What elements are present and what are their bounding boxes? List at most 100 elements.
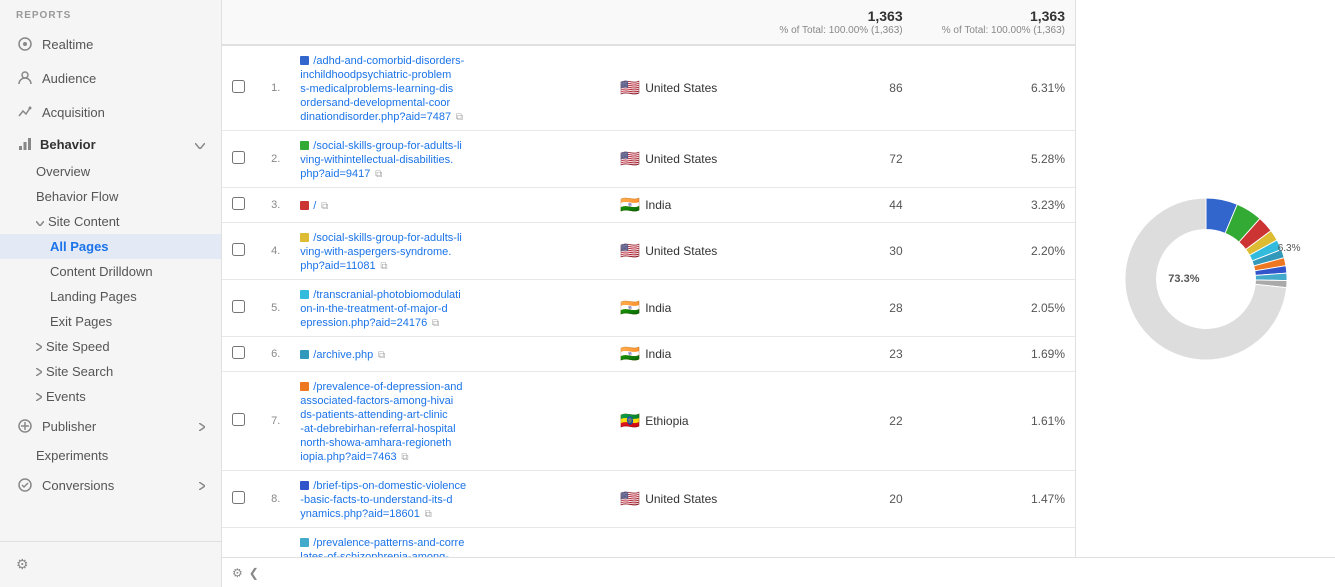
sidebar-item-audience[interactable]: Audience — [0, 61, 221, 95]
row-checkbox[interactable] — [232, 413, 245, 426]
row-color-dot — [300, 290, 309, 299]
pct-pageviews-total: 1,363 — [923, 8, 1065, 24]
row-checkbox[interactable] — [232, 197, 245, 210]
sidebar-item-acquisition[interactable]: Acquisition — [0, 95, 221, 129]
sidebar-settings-item[interactable]: ⚙ — [0, 550, 221, 579]
country-name: United States — [645, 81, 717, 95]
pages-table: 1,363 % of Total: 100.00% (1,363) 1,363 … — [222, 0, 1075, 557]
sidebar-sub-behavior-flow[interactable]: Behavior Flow — [0, 184, 221, 209]
external-link-icon: ⧉ — [378, 261, 388, 272]
row-pageviews: 72 — [750, 131, 912, 188]
row-page-link[interactable]: /prevalence-of-depression-andassociated-… — [300, 381, 462, 463]
row-country-cell: 🇪🇹Ethiopia — [610, 372, 750, 471]
row-pageviews: 20 — [750, 471, 912, 528]
sidebar-sub-all-pages[interactable]: All Pages — [0, 234, 221, 259]
main-content: 1,363 % of Total: 100.00% (1,363) 1,363 … — [222, 0, 1335, 587]
sidebar-item-label: Realtime — [42, 37, 93, 52]
external-link-icon: ⧉ — [375, 350, 385, 361]
gear-icon: ⚙ — [16, 556, 29, 573]
row-number: 7. — [255, 372, 290, 471]
row-country-cell: 🇺🇸United States — [610, 223, 750, 280]
sidebar-sub-exit-pages[interactable]: Exit Pages — [0, 309, 221, 334]
table-row: 4./social-skills-group-for-adults-living… — [222, 223, 1075, 280]
row-color-dot — [300, 382, 309, 391]
sidebar-reports-label: REPORTS — [0, 0, 221, 27]
publisher-expand-icon — [199, 419, 205, 434]
table-body: 1./adhd-and-comorbid-disorders-inchildho… — [222, 45, 1075, 557]
sidebar-sub-events[interactable]: Events — [0, 384, 221, 409]
external-link-icon: ⧉ — [372, 169, 382, 180]
row-number: 1. — [255, 45, 290, 131]
row-country-cell: 🇺🇸United States — [610, 45, 750, 131]
row-page-cell: /transcranial-photobiomodulation-in-the-… — [290, 280, 610, 337]
sidebar-bottom: ⚙ — [0, 541, 221, 587]
row-page-link[interactable]: / — [313, 200, 316, 212]
sidebar-sub-landing-pages[interactable]: Landing Pages — [0, 284, 221, 309]
sidebar-item-realtime[interactable]: Realtime — [0, 27, 221, 61]
row-page-cell: /social-skills-group-for-adults-living-w… — [290, 223, 610, 280]
row-checkbox-cell — [222, 280, 255, 337]
row-country-cell: 🇮🇳India — [610, 528, 750, 558]
table-row: 3./ ⧉🇮🇳India443.23% — [222, 188, 1075, 223]
sidebar-item-behavior[interactable]: Behavior — [0, 129, 221, 159]
country-name: United States — [645, 244, 717, 258]
row-checkbox[interactable] — [232, 151, 245, 164]
row-page-link[interactable]: /archive.php — [313, 349, 373, 361]
conversions-icon — [16, 476, 34, 494]
row-page-link[interactable]: /adhd-and-comorbid-disorders-inchildhood… — [300, 55, 464, 123]
country-name: India — [645, 301, 671, 315]
country-name: Ethiopia — [645, 414, 688, 428]
sidebar-item-conversions[interactable]: Conversions — [0, 468, 221, 502]
country-name: United States — [645, 152, 717, 166]
country-name: United States — [645, 492, 717, 506]
gear-bottom-icon[interactable]: ⚙ — [232, 566, 243, 580]
row-checkbox[interactable] — [232, 491, 245, 504]
row-checkbox-cell — [222, 528, 255, 558]
chevron-bottom-icon[interactable]: ❮ — [249, 566, 259, 580]
row-checkbox[interactable] — [232, 346, 245, 359]
row-checkbox[interactable] — [232, 243, 245, 256]
chart-area: 73.3% 6.3% — [1075, 0, 1335, 557]
row-color-dot — [300, 538, 309, 547]
pct-pageviews-subtotal: % of Total: 100.00% (1,363) — [942, 25, 1065, 36]
acquisition-icon — [16, 103, 34, 121]
row-page-cell: /adhd-and-comorbid-disorders-inchildhood… — [290, 45, 610, 131]
sidebar-item-label: Conversions — [42, 478, 114, 493]
row-pct: 2.05% — [913, 280, 1075, 337]
sidebar-sub-site-content[interactable]: Site Content — [0, 209, 221, 234]
table-row: 6./archive.php ⧉🇮🇳India231.69% — [222, 337, 1075, 372]
conversions-expand-icon — [199, 478, 205, 493]
sidebar-sub-site-search[interactable]: Site Search — [0, 359, 221, 384]
row-color-dot — [300, 141, 309, 150]
sidebar-item-label: Acquisition — [42, 105, 105, 120]
row-number: 8. — [255, 471, 290, 528]
row-checkbox[interactable] — [232, 80, 245, 93]
sidebar-sub-experiments[interactable]: Experiments — [0, 443, 221, 468]
row-pageviews: 44 — [750, 188, 912, 223]
site-content-expand-icon — [36, 214, 44, 229]
sidebar-sub-content-drilldown[interactable]: Content Drilldown — [0, 259, 221, 284]
sidebar-sub-overview[interactable]: Overview — [0, 159, 221, 184]
row-checkbox-cell — [222, 131, 255, 188]
row-country-cell: 🇺🇸United States — [610, 131, 750, 188]
row-page-cell: /archive.php ⧉ — [290, 337, 610, 372]
sidebar-item-publisher[interactable]: Publisher — [0, 409, 221, 443]
realtime-icon — [16, 35, 34, 53]
pageviews-subtotal: % of Total: 100.00% (1,363) — [779, 25, 902, 36]
row-page-cell: / ⧉ — [290, 188, 610, 223]
row-checkbox-cell — [222, 188, 255, 223]
table-row: 7./prevalence-of-depression-andassociate… — [222, 372, 1075, 471]
external-link-icon: ⧉ — [453, 112, 463, 123]
publisher-icon — [16, 417, 34, 435]
row-page-link[interactable]: /brief-tips-on-domestic-violence-basic-f… — [300, 480, 466, 520]
sidebar-sub-site-speed[interactable]: Site Speed — [0, 334, 221, 359]
pie-svg — [1116, 189, 1296, 369]
row-page-link[interactable]: /prevalence-patterns-and-correlates-of-s… — [300, 537, 464, 557]
external-link-icon: ⧉ — [422, 509, 432, 520]
row-pct: 2.20% — [913, 223, 1075, 280]
row-pageviews: 28 — [750, 280, 912, 337]
row-checkbox[interactable] — [232, 300, 245, 313]
row-country-cell: 🇺🇸United States — [610, 471, 750, 528]
pie-center-label: 73.3% — [1168, 273, 1199, 285]
row-pct: 5.28% — [913, 131, 1075, 188]
